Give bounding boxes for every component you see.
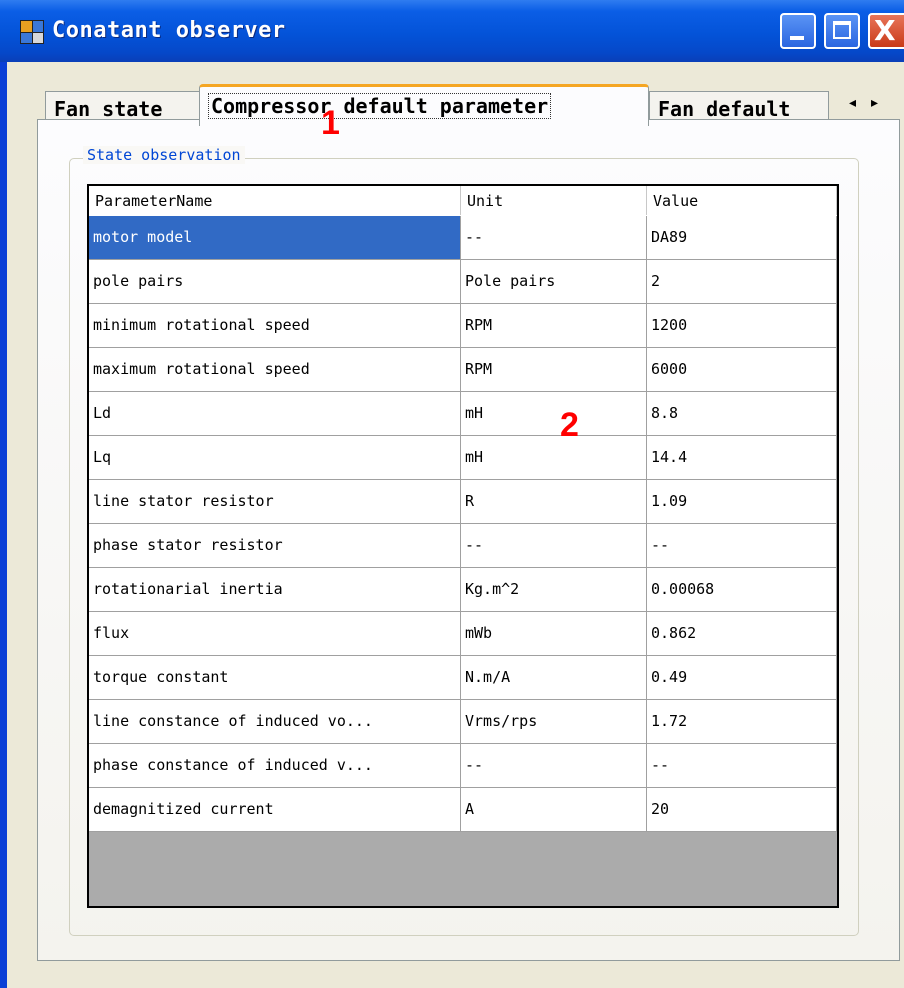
table-row[interactable]: pole pairs Pole pairs 2 — [89, 260, 837, 304]
cell-unit[interactable]: Vrms/rps — [461, 700, 647, 744]
cell-parameter-name[interactable]: Lq — [89, 436, 461, 480]
cell-parameter-name[interactable]: maximum rotational speed — [89, 348, 461, 392]
cell-parameter-name[interactable]: demagnitized current — [89, 788, 461, 832]
cell-value[interactable]: 2 — [647, 260, 837, 304]
cell-parameter-name[interactable]: phase constance of induced v... — [89, 744, 461, 788]
cell-unit[interactable]: mH — [461, 392, 647, 436]
cell-value[interactable]: -- — [647, 744, 837, 788]
tab-label: Fan default — [658, 97, 791, 121]
cell-unit[interactable]: Pole pairs — [461, 260, 647, 304]
group-title: State observation — [83, 146, 245, 164]
tab-label: Compressor default parameter — [208, 93, 552, 119]
tab-scroll-buttons: ◂ ▸ — [841, 92, 893, 116]
cell-value[interactable]: 14.4 — [647, 436, 837, 480]
tab-scroll-left-button[interactable]: ◂ — [849, 95, 856, 111]
table-row[interactable]: line constance of induced vo... Vrms/rps 1… — [89, 700, 837, 744]
title-bar[interactable]: Conatant observer X — [0, 0, 904, 62]
table-row[interactable]: flux mWb 0.862 — [89, 612, 837, 656]
tab-label: Fan state — [54, 97, 163, 121]
cell-parameter-name[interactable]: rotationarial inertia — [89, 568, 461, 612]
cell-value[interactable]: 0.49 — [647, 656, 837, 700]
column-header-unit[interactable]: Unit — [461, 186, 647, 215]
tab-compressor-default-parameter[interactable]: Compressor default parameter — [199, 84, 649, 126]
minimize-icon — [790, 36, 804, 40]
column-header-value[interactable]: Value — [647, 186, 837, 215]
cell-unit[interactable]: RPM — [461, 348, 647, 392]
table-row[interactable]: maximum rotational speed RPM 6000 — [89, 348, 837, 392]
cell-parameter-name[interactable]: pole pairs — [89, 260, 461, 304]
window-left-border — [0, 0, 7, 988]
tab-scroll-right-button[interactable]: ▸ — [871, 95, 878, 111]
cell-unit[interactable]: Kg.m^2 — [461, 568, 647, 612]
cell-value[interactable]: 0.862 — [647, 612, 837, 656]
cell-unit[interactable]: N.m/A — [461, 656, 647, 700]
cell-unit[interactable]: -- — [461, 524, 647, 568]
column-header-parametername[interactable]: ParameterName — [89, 186, 461, 215]
parameter-grid[interactable]: ParameterName Unit Value motor model -- DA… — [87, 184, 839, 908]
cell-parameter-name[interactable]: minimum rotational speed — [89, 304, 461, 348]
close-button[interactable]: X — [868, 13, 904, 49]
table-row[interactable]: torque constant N.m/A 0.49 — [89, 656, 837, 700]
cell-parameter-name[interactable]: line stator resistor — [89, 480, 461, 524]
cell-unit[interactable]: A — [461, 788, 647, 832]
window-client-area: Fan state Compressor default parameter F… — [7, 62, 904, 988]
cell-parameter-name[interactable]: motor model — [89, 216, 461, 260]
cell-value[interactable]: DA89 — [647, 216, 837, 260]
table-row[interactable]: phase constance of induced v... -- -- — [89, 744, 837, 788]
cell-parameter-name[interactable]: line constance of induced vo... — [89, 700, 461, 744]
cell-unit[interactable]: RPM — [461, 304, 647, 348]
cell-unit[interactable]: R — [461, 480, 647, 524]
cell-parameter-name[interactable]: torque constant — [89, 656, 461, 700]
table-row[interactable]: rotationarial inertia Kg.m^2 0.00068 — [89, 568, 837, 612]
maximize-icon — [833, 21, 851, 39]
cell-value[interactable]: 0.00068 — [647, 568, 837, 612]
cell-parameter-name[interactable]: phase stator resistor — [89, 524, 461, 568]
app-window-icon[interactable] — [20, 20, 44, 44]
table-row[interactable]: demagnitized current A 20 — [89, 788, 837, 832]
cell-value[interactable]: 1.72 — [647, 700, 837, 744]
cell-value[interactable]: -- — [647, 524, 837, 568]
close-icon: X — [874, 14, 896, 47]
annotation-marker-2: 2 — [560, 406, 579, 444]
cell-unit[interactable]: -- — [461, 216, 647, 260]
table-row[interactable]: motor model -- DA89 — [89, 216, 837, 260]
table-row[interactable]: line stator resistor R 1.09 — [89, 480, 837, 524]
annotation-marker-1: 1 — [321, 104, 340, 142]
cell-value[interactable]: 1.09 — [647, 480, 837, 524]
table-row[interactable]: Ld mH 8.8 — [89, 392, 837, 436]
table-row[interactable]: Lq mH 14.4 — [89, 436, 837, 480]
window-title: Conatant observer — [52, 18, 286, 43]
cell-unit[interactable]: -- — [461, 744, 647, 788]
maximize-button[interactable] — [824, 13, 860, 49]
cell-value[interactable]: 6000 — [647, 348, 837, 392]
grid-empty-area — [89, 832, 837, 906]
cell-unit[interactable]: mWb — [461, 612, 647, 656]
cell-value[interactable]: 20 — [647, 788, 837, 832]
table-row[interactable]: phase stator resistor -- -- — [89, 524, 837, 568]
table-row[interactable]: minimum rotational speed RPM 1200 — [89, 304, 837, 348]
cell-value[interactable]: 1200 — [647, 304, 837, 348]
cell-unit[interactable]: mH — [461, 436, 647, 480]
cell-parameter-name[interactable]: Ld — [89, 392, 461, 436]
cell-parameter-name[interactable]: flux — [89, 612, 461, 656]
minimize-button[interactable] — [780, 13, 816, 49]
cell-value[interactable]: 8.8 — [647, 392, 837, 436]
grid-header: ParameterName Unit Value — [89, 186, 837, 217]
